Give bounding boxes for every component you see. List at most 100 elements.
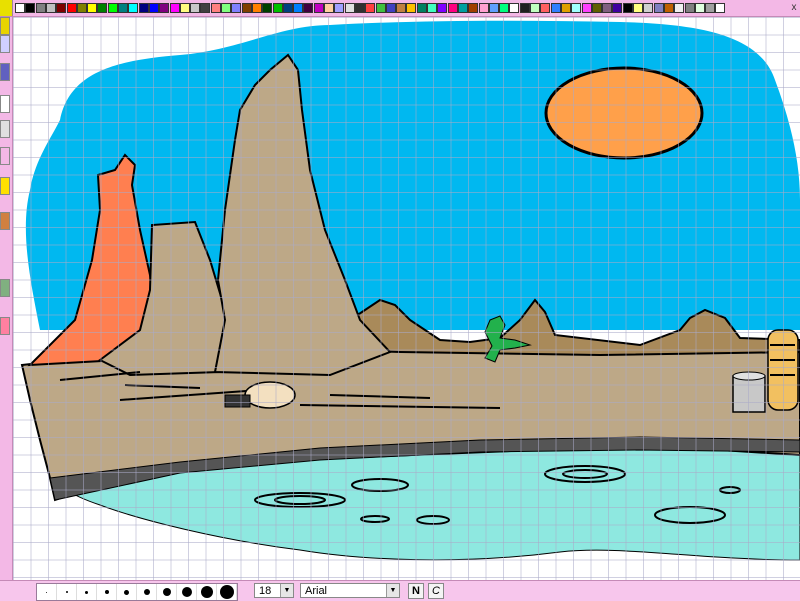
palette-color-swatch[interactable]	[540, 3, 551, 13]
palette-color-swatch[interactable]	[179, 3, 190, 13]
palette-color-swatch[interactable]	[313, 3, 324, 13]
palette-color-swatch[interactable]	[550, 3, 561, 13]
palette-color-swatch[interactable]	[478, 3, 489, 13]
palette-color-swatch[interactable]	[76, 3, 87, 13]
palette-color-swatch[interactable]	[530, 3, 540, 13]
palette-color-swatch[interactable]	[684, 3, 695, 13]
brush-size-button[interactable]	[157, 584, 177, 600]
palette-color-swatch[interactable]	[581, 3, 592, 13]
palette-color-swatch[interactable]	[159, 3, 170, 13]
brush-size-button[interactable]	[57, 584, 77, 600]
landscape-icon[interactable]	[0, 279, 10, 297]
palette-color-swatch[interactable]	[705, 3, 716, 13]
palette-color-swatch[interactable]	[303, 3, 314, 13]
palette-color-swatch[interactable]	[262, 3, 273, 13]
brush-size-button[interactable]	[117, 584, 137, 600]
select-tool-icon[interactable]	[0, 35, 10, 53]
palette-color-swatch[interactable]	[560, 3, 571, 13]
palette-color-swatch[interactable]	[396, 3, 407, 13]
palette-color-swatch[interactable]	[375, 3, 386, 13]
palette-color-swatch[interactable]	[231, 3, 242, 13]
brush-dot-icon	[162, 588, 171, 596]
palette-color-swatch[interactable]	[334, 3, 345, 13]
palette-color-swatch[interactable]	[663, 3, 674, 13]
palette-color-swatch[interactable]	[210, 3, 221, 13]
bug-stamp-icon[interactable]	[0, 212, 10, 230]
text-tool-icon[interactable]	[0, 120, 10, 138]
bold-button[interactable]: N	[408, 583, 424, 599]
palette-color-swatch[interactable]	[241, 3, 252, 13]
font-size-select[interactable]: 18 ▼	[254, 583, 294, 598]
palette-color-swatch[interactable]	[128, 3, 139, 13]
palette-color-swatch[interactable]	[591, 3, 602, 13]
palette-color-swatch[interactable]	[694, 3, 705, 13]
palette-color-swatch[interactable]	[354, 3, 365, 13]
palette-color-swatch[interactable]	[56, 3, 67, 13]
palette-color-swatch[interactable]	[344, 3, 355, 13]
palette-color-swatch[interactable]	[35, 3, 46, 13]
palette-color-swatch[interactable]	[272, 3, 283, 13]
close-icon[interactable]: x	[788, 0, 800, 16]
palette-color-swatch[interactable]	[251, 3, 262, 13]
palette-color-swatch[interactable]	[447, 3, 458, 13]
palette-color-swatch[interactable]	[282, 3, 293, 13]
palette-color-swatch[interactable]	[45, 3, 56, 13]
palette-color-swatch[interactable]	[468, 3, 479, 13]
current-color-swatch[interactable]	[0, 317, 10, 335]
palette-color-swatch[interactable]	[293, 3, 304, 13]
sun	[544, 66, 704, 160]
palette-color-swatch[interactable]	[25, 3, 36, 13]
palette-color-swatch[interactable]	[602, 3, 613, 13]
palette-color-swatch[interactable]	[612, 3, 623, 13]
palette-color-swatch[interactable]	[365, 3, 376, 13]
color-picker-icon[interactable]	[0, 63, 10, 81]
brush-size-button[interactable]	[77, 584, 97, 600]
smiley-stamp-icon[interactable]	[0, 177, 10, 195]
palette-color-swatch[interactable]	[457, 3, 468, 13]
logo-icon[interactable]	[0, 17, 10, 35]
palette-color-swatch[interactable]	[674, 3, 685, 13]
brush-dot-icon	[219, 585, 234, 599]
pointer-icon[interactable]	[0, 95, 10, 113]
palette-color-swatch[interactable]	[427, 3, 437, 13]
palette-color-swatch[interactable]	[653, 3, 664, 13]
palette-color-swatch[interactable]	[509, 3, 520, 13]
brush-size-button[interactable]	[37, 584, 57, 600]
palette-color-swatch[interactable]	[488, 3, 499, 13]
palette-color-swatch[interactable]	[324, 3, 334, 13]
palette-color-swatch[interactable]	[715, 3, 726, 13]
palette-color-swatch[interactable]	[437, 3, 448, 13]
drawing-canvas[interactable]	[13, 17, 800, 580]
palette-color-swatch[interactable]	[200, 3, 211, 13]
palette-color-swatch[interactable]	[622, 3, 633, 13]
palette-color-swatch[interactable]	[406, 3, 417, 13]
palette-color-swatch[interactable]	[66, 3, 77, 13]
palette-color-swatch[interactable]	[643, 3, 654, 13]
palette-color-swatch[interactable]	[499, 3, 510, 13]
brush-size-selector	[36, 583, 238, 601]
palette-color-swatch[interactable]	[148, 3, 159, 13]
palette-color-swatch[interactable]	[221, 3, 231, 13]
palette-color-swatch[interactable]	[15, 3, 25, 13]
palette-color-swatch[interactable]	[138, 3, 149, 13]
palette-color-swatch[interactable]	[633, 3, 643, 13]
palette-color-swatch[interactable]	[190, 3, 201, 13]
palette-color-swatch[interactable]	[571, 3, 582, 13]
line-tool-icon[interactable]	[0, 147, 10, 165]
palette-color-swatch[interactable]	[169, 3, 180, 13]
palette-color-swatch[interactable]	[416, 3, 427, 13]
italic-button[interactable]: C	[428, 583, 444, 599]
brush-size-button[interactable]	[217, 584, 237, 600]
font-family-value: Arial	[305, 585, 328, 597]
brush-size-button[interactable]	[197, 584, 217, 600]
brush-size-button[interactable]	[177, 584, 197, 600]
font-family-select[interactable]: Arial ▼	[300, 583, 400, 598]
palette-color-swatch[interactable]	[118, 3, 128, 13]
palette-color-swatch[interactable]	[107, 3, 118, 13]
brush-size-button[interactable]	[97, 584, 117, 600]
palette-color-swatch[interactable]	[385, 3, 396, 13]
palette-color-swatch[interactable]	[519, 3, 530, 13]
palette-color-swatch[interactable]	[97, 3, 108, 13]
palette-color-swatch[interactable]	[87, 3, 98, 13]
brush-size-button[interactable]	[137, 584, 157, 600]
